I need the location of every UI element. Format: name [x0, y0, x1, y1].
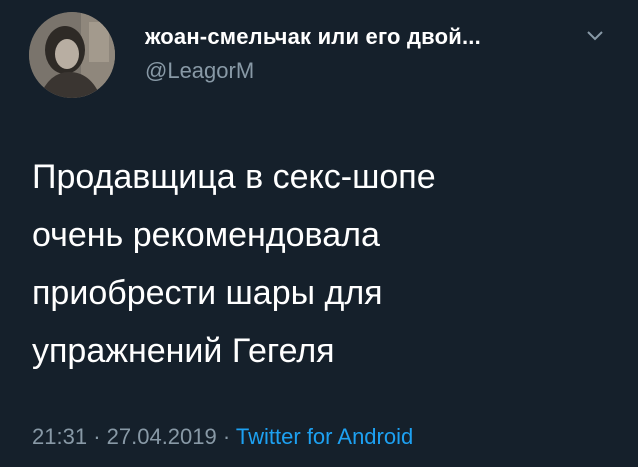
user-handle[interactable]: @LeagorM — [145, 58, 254, 84]
chevron-down-icon[interactable] — [585, 28, 605, 44]
tweet-date[interactable]: 27.04.2019 — [107, 424, 217, 449]
tweet-text-line: упражнений Гегеля — [32, 332, 335, 370]
meta-separator: · — [222, 424, 231, 449]
tweet-text-line: приобрести шары для — [32, 274, 383, 312]
tweet-meta: 21:31 · 27.04.2019 · Twitter for Android — [32, 424, 413, 450]
tweet-text-line: Продавщица в секс-шопе — [32, 158, 436, 196]
tweet-time[interactable]: 21:31 — [32, 424, 87, 449]
display-name[interactable]: жоан-смельчак или его двой... — [145, 24, 481, 50]
tweet-text: Продавщица в секс-шопе очень рекомендова… — [32, 148, 592, 380]
tweet-source-link[interactable]: Twitter for Android — [236, 424, 413, 449]
avatar-image — [29, 12, 115, 98]
tweet: жоан-смельчак или его двой... @LeagorM П… — [0, 0, 638, 467]
meta-separator: · — [93, 424, 101, 449]
avatar[interactable] — [29, 12, 115, 98]
tweet-text-line: очень рекомендовала — [32, 216, 380, 254]
